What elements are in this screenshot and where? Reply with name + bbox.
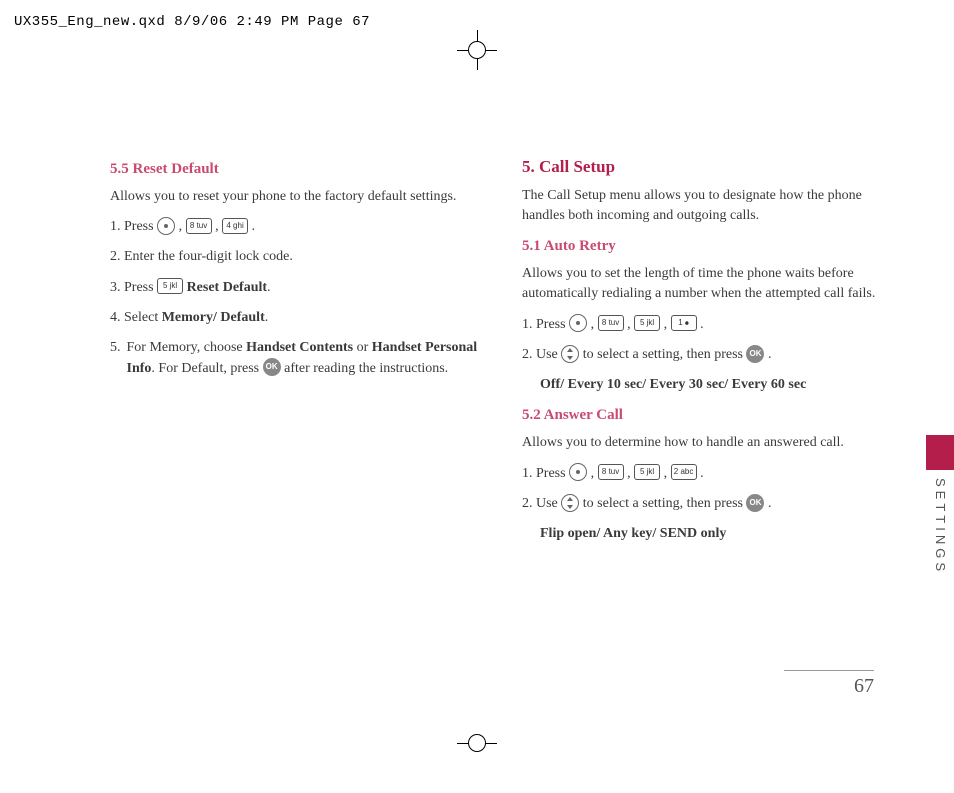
reset-default-label: Reset Default — [187, 280, 267, 295]
t: 1. Press — [522, 317, 569, 332]
step-5-5-5: 5. For Memory, choose Handset Contents o… — [110, 338, 482, 379]
step-5-2-2: 2. Use to select a setting, then press O… — [522, 494, 894, 514]
footer-rule — [784, 670, 874, 671]
heading-5-1: 5.1 Auto Retry — [522, 236, 894, 258]
crop-mark-top — [457, 30, 497, 70]
center-key-icon — [157, 217, 175, 235]
t: 2. Use — [522, 496, 561, 511]
ok-key-icon: OK — [746, 494, 764, 512]
sep: . — [267, 280, 271, 295]
section-tab — [926, 435, 954, 470]
sep: , — [587, 466, 598, 481]
sep: , — [660, 317, 671, 332]
step-5-5-3: 3. Press 5 jkl Reset Default. — [110, 278, 482, 298]
heading-5: 5. Call Setup — [522, 155, 894, 180]
memory-default-label: Memory/ Default — [162, 310, 265, 325]
t: 2. Use — [522, 347, 561, 362]
desc-5-2: Allows you to determine how to handle an… — [522, 433, 894, 453]
page-number: 67 — [784, 675, 874, 698]
t: . For Default, press — [151, 361, 262, 376]
center-key-icon — [569, 463, 587, 481]
desc-5-1: Allows you to set the length of time the… — [522, 264, 894, 305]
page-content: 5.5 Reset Default Allows you to reset yo… — [110, 155, 894, 554]
key-8-icon: 8 tuv — [598, 315, 624, 331]
nav-key-icon — [561, 345, 579, 363]
options-5-2: Flip open/ Any key/ SEND only — [540, 524, 894, 544]
sep: , — [212, 219, 223, 234]
step-5-1-1: 1. Press , 8 tuv , 5 jkl , 1 ⦁ . — [522, 315, 894, 335]
key-5-icon: 5 jkl — [634, 315, 660, 331]
t: or — [353, 340, 372, 355]
sep: , — [624, 466, 635, 481]
step-body: For Memory, choose Handset Contents or H… — [127, 338, 483, 379]
sep: , — [587, 317, 598, 332]
t: For Memory, choose — [127, 340, 247, 355]
options-5-1: Off/ Every 10 sec/ Every 30 sec/ Every 6… — [540, 375, 894, 395]
crop-mark-bottom — [457, 723, 497, 763]
sep: . — [697, 317, 704, 332]
step-text: 4. Select — [110, 310, 162, 325]
step-5-2-1: 1. Press , 8 tuv , 5 jkl , 2 abc . — [522, 464, 894, 484]
page-footer: 67 — [784, 670, 874, 698]
print-header: UX355_Eng_new.qxd 8/9/06 2:49 PM Page 67 — [14, 14, 370, 30]
key-8-icon: 8 tuv — [186, 218, 212, 234]
key-2-icon: 2 abc — [671, 464, 697, 480]
left-column: 5.5 Reset Default Allows you to reset yo… — [110, 155, 482, 554]
step-5-1-2: 2. Use to select a setting, then press O… — [522, 345, 894, 365]
t: to select a setting, then press — [583, 347, 747, 362]
sep: , — [624, 317, 635, 332]
sep: , — [660, 466, 671, 481]
section-label: SETTINGS — [933, 478, 948, 575]
desc-5: The Call Setup menu allows you to design… — [522, 186, 894, 227]
step-5-5-2: 2. Enter the four-digit lock code. — [110, 247, 482, 267]
step-text: 3. Press — [110, 280, 157, 295]
step-5-5-4: 4. Select Memory/ Default. — [110, 308, 482, 328]
sep: . — [265, 310, 269, 325]
ok-key-icon: OK — [263, 358, 281, 376]
t: after reading the instructions. — [281, 361, 449, 376]
right-column: 5. Call Setup The Call Setup menu allows… — [522, 155, 894, 554]
handset-contents-label: Handset Contents — [246, 340, 353, 355]
center-key-icon — [569, 314, 587, 332]
key-4-icon: 4 ghi — [222, 218, 248, 234]
key-5-icon: 5 jkl — [157, 278, 183, 294]
sep: . — [248, 219, 255, 234]
ok-key-icon: OK — [746, 345, 764, 363]
key-5-icon: 5 jkl — [634, 464, 660, 480]
t: to select a setting, then press — [583, 496, 747, 511]
sep: , — [175, 219, 186, 234]
key-8-icon: 8 tuv — [598, 464, 624, 480]
desc-5-5: Allows you to reset your phone to the fa… — [110, 187, 482, 207]
step-text: 1. Press — [110, 219, 157, 234]
sep: . — [764, 347, 771, 362]
step-number: 5. — [110, 338, 121, 379]
sep: . — [697, 466, 704, 481]
sep: . — [764, 496, 771, 511]
t: 1. Press — [522, 466, 569, 481]
heading-5-2: 5.2 Answer Call — [522, 405, 894, 427]
heading-5-5: 5.5 Reset Default — [110, 159, 482, 181]
nav-key-icon — [561, 494, 579, 512]
step-5-5-1: 1. Press , 8 tuv , 4 ghi . — [110, 217, 482, 237]
key-1-icon: 1 ⦁ — [671, 315, 697, 331]
